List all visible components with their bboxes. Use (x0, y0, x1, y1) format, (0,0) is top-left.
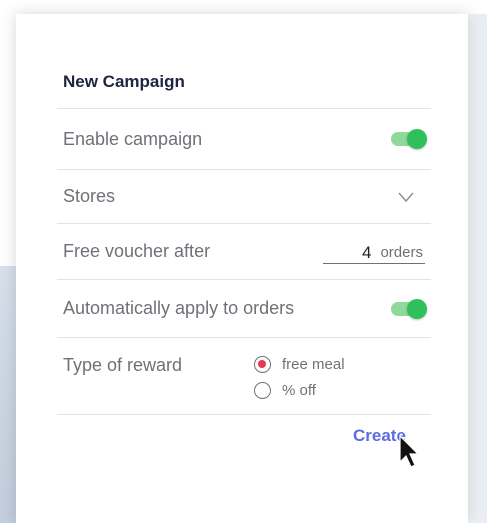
toggle-knob (407, 298, 427, 319)
form-title: New Campaign (57, 55, 431, 109)
enable-campaign-label: Enable campaign (63, 128, 203, 149)
radio-free-meal-label: free meal (282, 355, 345, 373)
auto-apply-toggle[interactable] (391, 298, 427, 319)
toggle-knob (407, 129, 427, 149)
free-voucher-label: Free voucher after (63, 241, 211, 261)
enable-campaign-toggle[interactable] (391, 129, 427, 149)
reward-type-row: Type of reward free meal % off (57, 338, 431, 415)
reward-type-label: Type of reward (63, 355, 183, 375)
voucher-unit-label: orders (380, 243, 423, 261)
radio-selected-icon[interactable] (254, 355, 271, 373)
voucher-count-field[interactable]: 4 orders (323, 240, 425, 264)
free-voucher-row: Free voucher after 4 orders (57, 224, 431, 280)
radio-percent-off-label: % off (282, 381, 316, 399)
auto-apply-row: Automatically apply to orders (57, 280, 431, 338)
voucher-count-value[interactable]: 4 (362, 243, 371, 263)
mouse-pointer-icon (399, 434, 420, 468)
radio-unselected-icon[interactable] (254, 381, 271, 399)
new-campaign-form: New Campaign Enable campaign Stores Free… (57, 55, 431, 415)
enable-campaign-row: Enable campaign (57, 109, 431, 170)
reward-radio-group: free meal % off (254, 352, 345, 404)
auto-apply-label: Automatically apply to orders (63, 298, 295, 318)
background-edge (465, 14, 487, 523)
stores-dropdown[interactable]: Stores (57, 170, 431, 224)
radio-free-meal[interactable]: free meal (254, 352, 345, 376)
stores-label: Stores (63, 186, 116, 206)
radio-percent-off[interactable]: % off (254, 378, 345, 402)
chevron-down-icon[interactable] (397, 190, 415, 204)
